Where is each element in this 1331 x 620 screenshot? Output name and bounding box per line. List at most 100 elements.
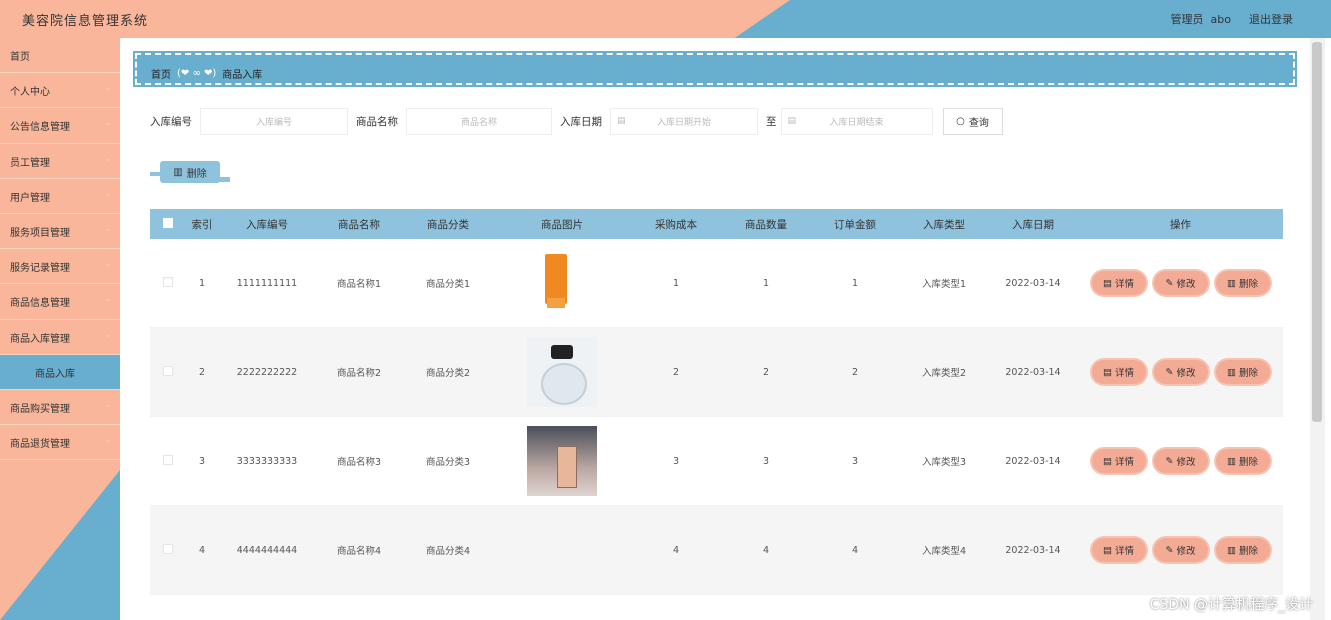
- chevron-down-icon: ⌄: [104, 223, 112, 234]
- chevron-down-icon: ⌄: [104, 83, 112, 94]
- sidebar-item-label: 员工管理: [10, 157, 50, 169]
- column-header: 入库日期: [1012, 218, 1054, 231]
- cell-name: 商品名称3: [336, 457, 382, 468]
- row-select-cell: [150, 365, 186, 379]
- trash-icon: ▥: [173, 166, 183, 178]
- row-checkbox[interactable]: [163, 276, 173, 287]
- date-start-input[interactable]: ▤ 入库日期开始: [610, 107, 758, 135]
- sidebar-menu: 首页 个人中心 ⌄ 公告信息管理 ⌄ 员工管理 ⌄ 用户管理 ⌄ 服务项目管理 ⌄ 服务记录管理 ⌄ 商品…: [0, 38, 120, 461]
- sidebar-item[interactable]: 商品购买管理 ⌄: [0, 390, 120, 426]
- cell-code: 3333333333: [236, 455, 298, 467]
- calendar-icon: ▤: [617, 115, 626, 126]
- sidebar-subitem[interactable]: 商品入库: [0, 354, 120, 390]
- cell-qty: 2: [762, 366, 770, 378]
- trash-icon: ▥: [1227, 366, 1236, 378]
- cell-date: 2022-03-14: [1005, 455, 1061, 467]
- delete-button[interactable]: ▥ 删除: [1215, 449, 1270, 473]
- doc-icon: ▤: [1103, 277, 1112, 289]
- sidebar-item[interactable]: 商品入库管理 ⌄: [0, 320, 120, 355]
- detail-button[interactable]: ▤ 详情: [1091, 449, 1146, 473]
- search-form: 入库编号 入库编号 商品名称 商品名称 入库日期 ▤ 入库日期开始 至 ▤ 入库日期…: [150, 107, 1003, 135]
- sidebar-item[interactable]: 商品信息管理 ⌄: [0, 284, 120, 320]
- name-input[interactable]: 商品名称: [406, 107, 552, 135]
- column-header: 操作: [1170, 218, 1191, 231]
- column-header: 索引: [191, 218, 213, 231]
- row-checkbox[interactable]: [163, 454, 173, 465]
- detail-button[interactable]: ▤ 详情: [1091, 360, 1146, 384]
- column-header: 商品数量: [745, 218, 787, 231]
- chevron-down-icon: ⌄: [104, 329, 112, 340]
- sidebar-item[interactable]: 员工管理 ⌄: [0, 144, 120, 179]
- sidebar-item[interactable]: 服务记录管理 ⌄: [0, 249, 120, 285]
- breadcrumb-home[interactable]: 首页: [151, 66, 171, 81]
- cell-category: 商品分类3: [425, 457, 471, 468]
- pencil-icon: ✎: [1165, 455, 1174, 467]
- sidebar-item[interactable]: 个人中心 ⌄: [0, 73, 120, 109]
- delete-button[interactable]: ▥ 删除: [1215, 360, 1270, 384]
- cell-amount: 1: [851, 277, 859, 289]
- to-label: 至: [766, 115, 777, 128]
- row-select-cell: [150, 276, 186, 290]
- sidebar-item[interactable]: 商品退货管理 ⌄: [0, 425, 120, 461]
- cell-type: 入库类型3: [921, 457, 967, 468]
- cell-index: 2: [198, 366, 206, 378]
- doc-icon: ▤: [1103, 544, 1112, 556]
- detail-button[interactable]: ▤ 详情: [1091, 538, 1146, 562]
- cell-name: 商品名称4: [336, 546, 382, 557]
- column-header: 商品名称: [338, 218, 380, 231]
- product-image: [527, 248, 597, 318]
- chevron-down-icon: ⌄: [104, 259, 112, 270]
- row-checkbox[interactable]: [163, 543, 173, 554]
- edit-button[interactable]: ✎ 修改: [1153, 271, 1208, 295]
- sidebar-item-label: 商品退货管理: [10, 439, 70, 451]
- batch-delete-button[interactable]: ▥ 删除: [150, 161, 230, 183]
- select-all-checkbox[interactable]: [163, 217, 173, 228]
- row-select-cell: [150, 543, 186, 557]
- date-end-input[interactable]: ▤ 入库日期结束: [780, 107, 933, 135]
- product-image: [527, 426, 597, 496]
- logout-link[interactable]: 退出登录: [1249, 11, 1293, 27]
- scrollbar-thumb[interactable]: [1312, 42, 1322, 422]
- row-actions: ▤ 详情 ✎ 修改 ▥ 删除: [1078, 360, 1283, 384]
- user-role: 管理员 abo: [1170, 13, 1231, 26]
- sidebar-item-label: 服务项目管理: [10, 227, 70, 239]
- cell-amount: 2: [851, 366, 859, 378]
- edit-button[interactable]: ✎ 修改: [1153, 360, 1208, 384]
- pencil-icon: ✎: [1165, 277, 1174, 289]
- code-input[interactable]: 入库编号: [200, 107, 348, 135]
- detail-button[interactable]: ▤ 详情: [1091, 271, 1146, 295]
- row-checkbox[interactable]: [163, 365, 173, 376]
- sidebar: 首页 个人中心 ⌄ 公告信息管理 ⌄ 员工管理 ⌄ 用户管理 ⌄ 服务项目管理 ⌄ 服务记录管理 ⌄ 商品…: [0, 38, 120, 620]
- cell-name: 商品名称2: [336, 368, 382, 379]
- delete-button[interactable]: ▥ 删除: [1215, 538, 1270, 562]
- table-body: 1 1111111111 商品名称1 商品分类1 1 1 1 入库类型1 2022-03-14 ▤…: [150, 239, 1283, 595]
- table-row: 1 1111111111 商品名称1 商品分类1 1 1 1 入库类型1 2022-03-14 ▤…: [150, 239, 1283, 328]
- cell-code: 1111111111: [236, 277, 298, 289]
- row-select-cell: [150, 454, 186, 468]
- breadcrumb: 首页 (❤ ∞ ❤) 商品入库: [133, 51, 1297, 87]
- column-header: 商品分类: [427, 218, 469, 231]
- scrollbar[interactable]: [1310, 38, 1325, 620]
- sidebar-item[interactable]: 首页: [0, 38, 120, 74]
- cell-date: 2022-03-14: [1005, 544, 1061, 556]
- sidebar-item[interactable]: 服务项目管理 ⌄: [0, 214, 120, 250]
- chevron-down-icon: ⌄: [104, 188, 112, 199]
- cell-category: 商品分类1: [425, 279, 471, 290]
- edit-button[interactable]: ✎ 修改: [1153, 538, 1208, 562]
- cell-cost: 1: [672, 277, 680, 289]
- edit-button[interactable]: ✎ 修改: [1153, 449, 1208, 473]
- sidebar-item[interactable]: 公告信息管理 ⌄: [0, 108, 120, 144]
- sidebar-item-label: 个人中心: [10, 87, 50, 99]
- cell-date: 2022-03-14: [1005, 277, 1061, 289]
- sidebar-item-label: 服务记录管理: [10, 263, 70, 275]
- product-image-cell: [494, 337, 630, 407]
- cell-amount: 3: [851, 455, 859, 467]
- sidebar-item[interactable]: 用户管理 ⌄: [0, 179, 120, 214]
- table-row: 3 3333333333 商品名称3 商品分类3 3 3 3 入库类型3 2022-03-14 ▤…: [150, 417, 1283, 506]
- column-header: 采购成本: [655, 218, 697, 231]
- sidebar-item-label: 商品购买管理: [10, 403, 70, 415]
- pencil-icon: ✎: [1165, 544, 1174, 556]
- cell-code: 2222222222: [236, 366, 298, 378]
- delete-button[interactable]: ▥ 删除: [1215, 271, 1270, 295]
- query-button[interactable]: ○ 查询: [942, 107, 1003, 135]
